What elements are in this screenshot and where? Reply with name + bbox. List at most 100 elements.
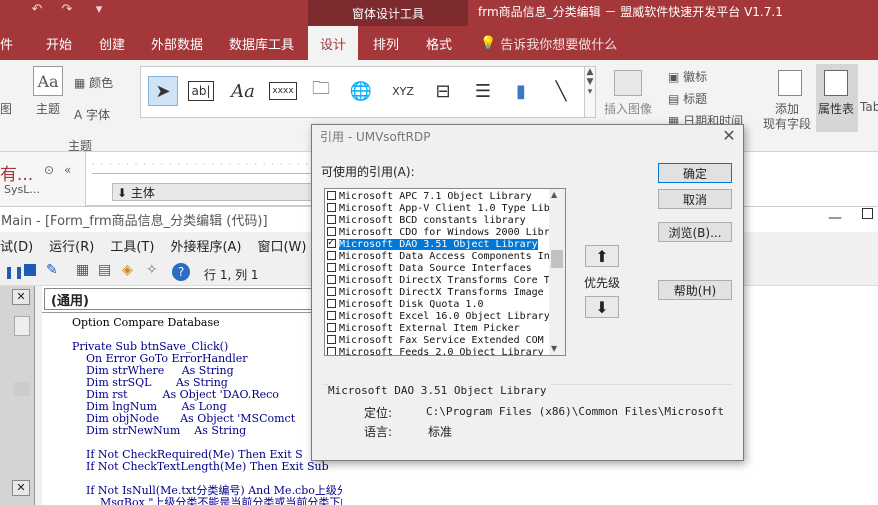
properties-window-icon[interactable]: ▤ [98, 262, 111, 278]
reference-item[interactable]: Microsoft APC 7.1 Object Library [327, 191, 532, 203]
help-icon[interactable]: ? [172, 263, 190, 281]
scroll-up-icon[interactable]: ▲ [551, 190, 557, 199]
reference-item[interactable]: Microsoft DirectX Transforms Core T [327, 275, 550, 287]
tab-order-label[interactable]: Tab [860, 100, 878, 114]
reference-checkbox[interactable] [327, 263, 336, 272]
hyperlink-control-icon[interactable]: 🌐 [346, 76, 376, 106]
tab-file[interactable]: 件 [0, 26, 13, 60]
tab-home[interactable]: 开始 [46, 26, 72, 60]
label-control-icon[interactable]: Aa [228, 76, 258, 106]
redo-icon[interactable]: ↷ [58, 2, 76, 22]
logo-button[interactable]: ▣ 徽标 [668, 68, 707, 85]
pause-icon[interactable]: ❚❚ [4, 265, 24, 279]
nav-item-sys[interactable]: SysL... [4, 183, 40, 196]
design-mode-icon[interactable]: ✎ [46, 262, 58, 278]
reference-checkbox[interactable] [327, 227, 336, 236]
reference-checkbox[interactable] [327, 237, 336, 249]
reference-item[interactable]: Microsoft CDO for Windows 2000 Libr [327, 227, 550, 239]
detail-section-bar[interactable]: ⬇ 主体 [112, 183, 316, 201]
reference-checkbox[interactable] [327, 299, 336, 308]
menu-debug[interactable]: 试(D) [0, 236, 33, 255]
tab-control-icon[interactable]: 🗀 [306, 76, 336, 106]
reference-checkbox[interactable] [327, 311, 336, 320]
code-editor[interactable]: Option Compare Database Private Sub btnSa… [42, 312, 342, 505]
tab-create[interactable]: 创建 [99, 26, 125, 60]
references-list[interactable]: Microsoft APC 7.1 Object Library Microsof… [324, 188, 566, 356]
menu-window[interactable]: 窗口(W) [257, 236, 306, 255]
pane-scroll-thumb[interactable] [14, 382, 30, 396]
cancel-button[interactable]: 取消 [658, 189, 732, 209]
reference-item[interactable]: Microsoft App-V Client 1.0 Type Lib [327, 203, 550, 215]
object-combo[interactable]: (通用) [44, 288, 324, 310]
menu-tools[interactable]: 工具(T) [110, 236, 154, 255]
reference-checkbox[interactable] [327, 347, 336, 355]
reference-item[interactable]: Microsoft BCD constants library [327, 215, 526, 227]
insert-image-icon[interactable] [614, 70, 642, 96]
nav-dropdown-icon[interactable]: ⊙ [44, 163, 54, 177]
menu-run[interactable]: 运行(R) [49, 236, 94, 255]
reference-checkbox[interactable] [327, 323, 336, 332]
add-fields-label-2[interactable]: 现有字段 [763, 115, 811, 132]
reference-item[interactable]: Microsoft Data Access Components In [327, 251, 550, 263]
quick-access-dropdown-icon[interactable]: ▾ [90, 2, 108, 22]
close-properties-icon[interactable]: ✕ [12, 480, 30, 496]
close-pane-icon[interactable]: ✕ [12, 289, 30, 305]
reference-item[interactable]: Microsoft DirectX Transforms Image [327, 287, 544, 299]
object-browser-icon[interactable]: ◈ [122, 262, 133, 278]
reference-checkbox[interactable] [327, 287, 336, 296]
project-explorer-icon[interactable]: ▦ [76, 262, 89, 278]
combo-control-icon[interactable]: ☰ [468, 76, 498, 106]
tab-format[interactable]: 格式 [426, 26, 452, 60]
priority-down-icon[interactable]: ⬇ [585, 296, 619, 318]
textbox-control-icon[interactable]: ab| [186, 76, 216, 106]
theme-button-label[interactable]: 主题 [36, 100, 60, 117]
line-control-icon[interactable]: ╲ [546, 76, 576, 106]
toolbox-icon[interactable]: ✧ [146, 262, 158, 278]
reference-checkbox[interactable] [327, 335, 336, 344]
fonts-button[interactable]: A 字体 [74, 106, 110, 123]
scroll-down-icon[interactable]: ▼ [551, 344, 557, 353]
reference-item[interactable]: Microsoft Excel 16.0 Object Library [327, 311, 550, 323]
help-button[interactable]: 帮助(H) [658, 280, 732, 300]
reference-item[interactable]: Microsoft Disk Quota 1.0 [327, 299, 484, 311]
colors-button[interactable]: ▦ 颜色 [74, 74, 113, 91]
reference-checkbox[interactable] [327, 275, 336, 284]
reference-item[interactable]: Microsoft DAO 3.51 Object Library [327, 237, 538, 251]
reference-checkbox[interactable] [327, 191, 336, 200]
theme-icon[interactable]: Aa [33, 66, 63, 96]
reference-checkbox[interactable] [327, 203, 336, 212]
menu-addins[interactable]: 外接程序(A) [170, 236, 241, 255]
title-button[interactable]: ▤ 标题 [668, 90, 707, 107]
maximize-icon[interactable] [862, 208, 873, 219]
web-browser-control-icon[interactable]: XYZ [388, 76, 418, 106]
chart-control-icon[interactable]: ▮ [506, 76, 536, 106]
reference-item[interactable]: Microsoft External Item Picker [327, 323, 520, 335]
add-fields-icon[interactable] [778, 70, 802, 96]
reference-checkbox[interactable] [327, 215, 336, 224]
tell-me-search[interactable]: 💡 告诉我你想要做什么 [480, 26, 617, 60]
nav-search-text[interactable]: 有... [0, 160, 33, 185]
reset-icon[interactable] [24, 264, 36, 276]
browse-button[interactable]: 浏览(B)... [658, 222, 732, 242]
reference-checkbox[interactable] [327, 251, 336, 260]
tab-design[interactable]: 设计 [308, 26, 358, 60]
priority-up-icon[interactable]: ⬆ [585, 245, 619, 267]
reference-item[interactable]: Microsoft Feeds 2.0 Object Library [327, 347, 544, 355]
references-scrollbar[interactable] [549, 189, 565, 355]
scroll-thumb[interactable] [551, 250, 563, 268]
button-control-icon[interactable]: xxxx [268, 76, 298, 106]
pane-scroll-icon[interactable] [14, 316, 30, 336]
tab-database-tools[interactable]: 数据库工具 [229, 26, 294, 60]
tab-external-data[interactable]: 外部数据 [151, 26, 203, 60]
dialog-close-icon[interactable]: ✕ [720, 126, 738, 145]
reference-item[interactable]: Microsoft Data Source Interfaces [327, 263, 532, 275]
reference-item[interactable]: Microsoft Fax Service Extended COM [327, 335, 544, 347]
tab-arrange[interactable]: 排列 [373, 26, 399, 60]
minimize-icon[interactable]: — [828, 210, 842, 226]
undo-icon[interactable]: ↶ [28, 2, 46, 22]
nav-collapse-icon[interactable]: « [64, 163, 71, 177]
navigation-control-icon[interactable]: ⊟ [428, 76, 458, 106]
gallery-scroll-icon[interactable]: ▲ ▼ ▾ [584, 66, 596, 118]
select-pointer-icon[interactable]: ➤ [148, 76, 178, 106]
ok-button[interactable]: 确定 [658, 163, 732, 183]
